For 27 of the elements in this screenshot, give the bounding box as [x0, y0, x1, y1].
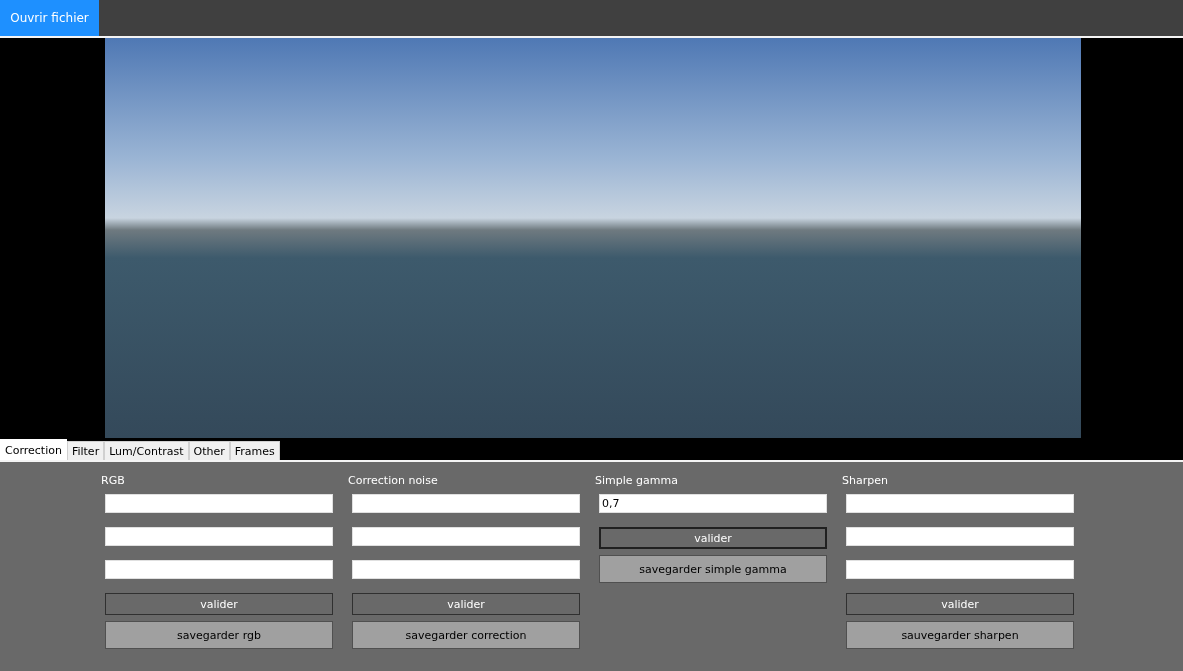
input-field[interactable]: 0,7: [599, 494, 827, 513]
input-field[interactable]: [352, 494, 580, 513]
tab[interactable]: Correction: [0, 439, 67, 460]
input-field[interactable]: [105, 560, 333, 579]
tab[interactable]: Frames: [229, 441, 280, 460]
validate-button[interactable]: valider: [352, 593, 580, 615]
validate-button[interactable]: valider: [599, 527, 827, 549]
input-field[interactable]: [846, 560, 1074, 579]
save-button[interactable]: savegarder simple gamma: [599, 555, 827, 583]
input-field[interactable]: [352, 527, 580, 546]
input-field[interactable]: [846, 527, 1074, 546]
tab[interactable]: Lum/Contrast: [104, 441, 189, 460]
input-field[interactable]: [105, 527, 333, 546]
group-title: RGB: [101, 474, 126, 489]
tab[interactable]: Filter: [66, 441, 105, 460]
save-button[interactable]: savegarder correction: [352, 621, 580, 649]
input-field[interactable]: [846, 494, 1074, 513]
group-title: Correction noise: [348, 474, 439, 489]
validate-button[interactable]: valider: [105, 593, 333, 615]
group-title: Sharpen: [842, 474, 889, 489]
input-field[interactable]: [105, 494, 333, 513]
input-field[interactable]: [352, 560, 580, 579]
group-title: Simple gamma: [595, 474, 679, 489]
save-button[interactable]: sauvegarder sharpen: [846, 621, 1074, 649]
save-button[interactable]: savegarder rgb: [105, 621, 333, 649]
validate-button[interactable]: valider: [846, 593, 1074, 615]
tab[interactable]: Other: [188, 441, 230, 460]
